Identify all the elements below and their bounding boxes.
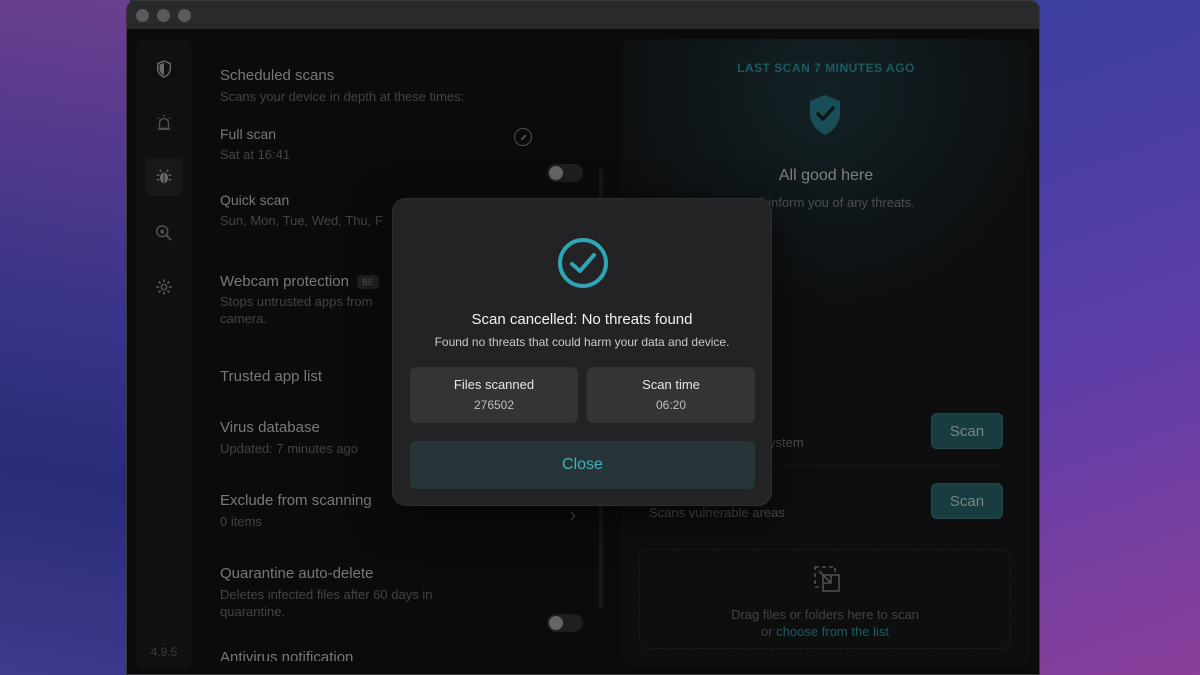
desktop-wallpaper-left (0, 0, 130, 675)
check-circle-icon (558, 238, 608, 288)
close-window-button[interactable] (136, 8, 149, 22)
dialog-subtitle: Found no threats that could harm your da… (434, 335, 730, 349)
files-scanned-label: Files scanned (453, 377, 535, 392)
files-scanned-card: Files scanned 276502 (410, 367, 578, 423)
dialog-title: Scan cancelled: No threats found (471, 311, 693, 328)
scan-time-card: Scan time 06:20 (587, 367, 755, 423)
close-button[interactable]: Close (410, 441, 755, 489)
minimize-window-button[interactable] (157, 8, 170, 22)
scan-time-label: Scan time (642, 377, 700, 392)
scan-result-dialog: Scan cancelled: No threats found Found n… (392, 198, 772, 506)
files-scanned-value: 276502 (473, 398, 515, 412)
scan-time-value: 06:20 (655, 398, 687, 412)
title-bar (127, 1, 1039, 29)
zoom-window-button[interactable] (178, 8, 191, 22)
desktop-wallpaper-right (1030, 0, 1200, 675)
